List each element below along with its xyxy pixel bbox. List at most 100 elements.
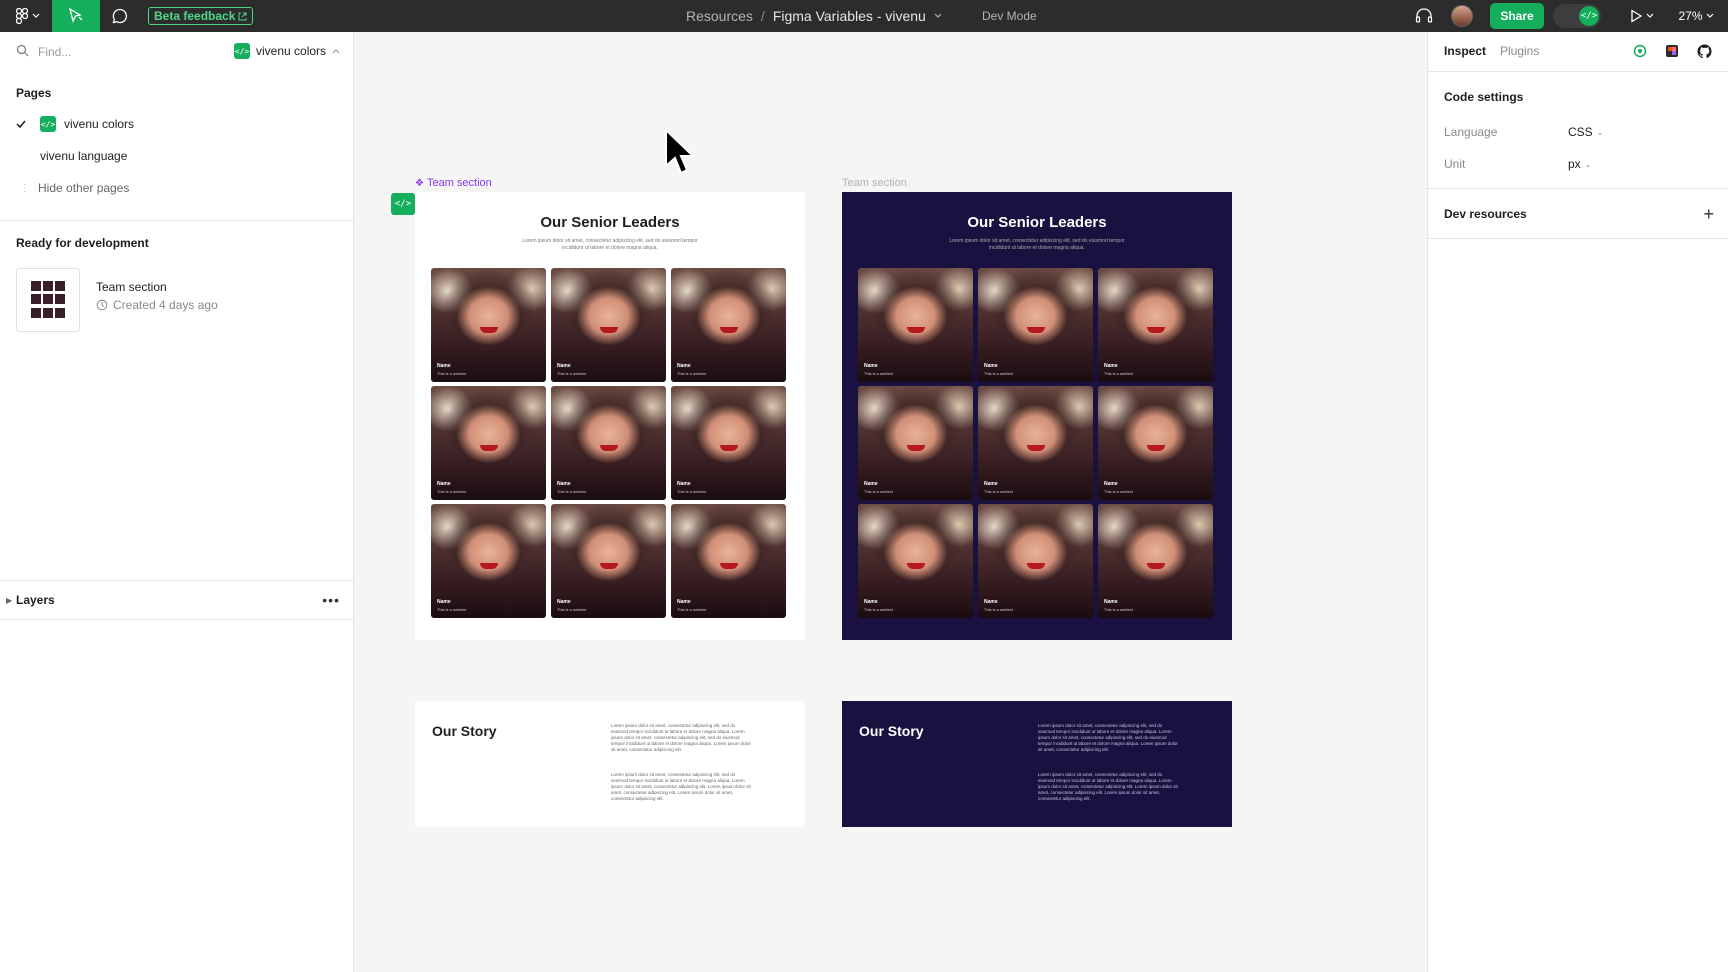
- page-item-vivenu-language[interactable]: vivenu language: [0, 142, 354, 170]
- team-member-card: Name This is a subtext: [1098, 504, 1213, 618]
- language-select[interactable]: CSS ⌄: [1568, 125, 1603, 139]
- audio-button[interactable]: [1412, 0, 1436, 32]
- beta-feedback-link[interactable]: Beta feedback: [148, 0, 254, 32]
- card-subtitle: This is a subtext: [437, 489, 466, 494]
- portrait-photo: [599, 563, 618, 570]
- card-name: Name: [437, 363, 451, 369]
- comment-tool-button[interactable]: [104, 0, 136, 32]
- tab-inspect[interactable]: Inspect: [1444, 44, 1486, 58]
- story-section-frame-dark[interactable]: Our Story Lorem ipsum dolor sit amet, co…: [842, 701, 1232, 827]
- team-section-frame-light[interactable]: Our Senior Leaders Lorem ipsum dolor sit…: [415, 192, 805, 640]
- team-member-card: Name This is a subtext: [1098, 386, 1213, 500]
- frame-label-dark[interactable]: Team section: [842, 177, 907, 189]
- story-paragraph-1: Lorem ipsum dolor sit amet, consectetur …: [611, 723, 751, 752]
- card-subtitle: This is a subtext: [864, 371, 893, 376]
- canvas[interactable]: ❖ Team section Team section </> Our Seni…: [355, 32, 1427, 972]
- card-subtitle: This is a subtext: [557, 489, 586, 494]
- beta-feedback-badge: Beta feedback: [148, 7, 254, 25]
- page-label: vivenu language: [40, 149, 128, 163]
- file-name[interactable]: Figma Variables - vivenu: [773, 8, 926, 24]
- breadcrumb-separator: /: [760, 8, 765, 24]
- code-icon[interactable]: </>: [391, 193, 415, 215]
- team-member-card: Name This is a subtext: [978, 386, 1093, 500]
- zoom-menu[interactable]: 27%: [1670, 0, 1722, 32]
- ready-item-team-section[interactable]: Team section Created 4 days ago: [16, 268, 336, 332]
- search-input[interactable]: [38, 42, 218, 62]
- plus-icon[interactable]: +: [1703, 204, 1714, 225]
- team-member-card: Name This is a subtext: [551, 386, 666, 500]
- team-member-card: Name This is a subtext: [978, 504, 1093, 618]
- page-item-vivenu-colors[interactable]: </> vivenu colors: [0, 110, 354, 138]
- card-subtitle: This is a subtext: [557, 371, 586, 376]
- team-member-card: Name This is a subtext: [551, 504, 666, 618]
- main-menu-button[interactable]: [8, 0, 48, 32]
- github-icon[interactable]: [1696, 43, 1712, 59]
- card-name: Name: [557, 599, 571, 605]
- hide-other-pages-toggle[interactable]: ⋮ Hide other pages: [0, 174, 354, 202]
- portrait-photo: [1026, 327, 1045, 334]
- target-icon[interactable]: [1632, 43, 1648, 59]
- card-name: Name: [437, 481, 451, 487]
- history-icon: [96, 299, 108, 311]
- card-name: Name: [677, 599, 691, 605]
- share-button-label: Share: [1490, 3, 1544, 29]
- story-paragraph-2: Lorem ipsum dolor sit amet, consectetur …: [1038, 772, 1178, 801]
- portrait-photo: [719, 563, 738, 570]
- team-member-card: Name This is a subtext: [431, 386, 546, 500]
- share-button[interactable]: Share: [1490, 0, 1544, 32]
- user-avatar-button[interactable]: [1450, 0, 1474, 32]
- portrait-photo: [906, 563, 925, 570]
- card-name: Name: [1104, 363, 1118, 369]
- code-icon: </>: [234, 43, 250, 59]
- divider: [1428, 188, 1728, 189]
- card-subtitle: This is a subtext: [1104, 371, 1133, 376]
- story-section-frame-light[interactable]: Our Story Lorem ipsum dolor sit amet, co…: [415, 701, 805, 827]
- move-tool-button[interactable]: [52, 0, 100, 32]
- current-page-dropdown[interactable]: </> vivenu colors: [234, 43, 340, 59]
- present-button[interactable]: [1624, 0, 1660, 32]
- story-title: Our Story: [432, 723, 497, 739]
- find-row: </> vivenu colors: [0, 32, 354, 72]
- story-paragraph-2: Lorem ipsum dolor sit amet, consectetur …: [611, 772, 751, 801]
- card-subtitle: This is a subtext: [984, 607, 1013, 612]
- portrait-photo: [1146, 563, 1165, 570]
- frame-thumbnail: [16, 268, 80, 332]
- plugin-icon[interactable]: [1664, 43, 1680, 59]
- team-member-card: Name This is a subtext: [551, 268, 666, 382]
- card-name: Name: [677, 363, 691, 369]
- tab-plugins[interactable]: Plugins: [1500, 44, 1539, 58]
- layers-heading: Layers: [16, 593, 55, 607]
- unit-select[interactable]: px ⌄: [1568, 157, 1591, 171]
- ready-item-time-label: Created 4 days ago: [113, 298, 218, 312]
- dev-mode-toggle[interactable]: </>: [1552, 0, 1602, 32]
- team-member-card: Name This is a subtext: [671, 268, 786, 382]
- frame-label-selected[interactable]: ❖ Team section: [415, 177, 492, 189]
- beta-feedback-label: Beta feedback: [154, 9, 236, 23]
- card-name: Name: [557, 363, 571, 369]
- breadcrumb-project[interactable]: Resources: [686, 8, 753, 24]
- ellipsis-icon[interactable]: •••: [322, 592, 340, 608]
- drag-handle-icon: ⋮: [20, 182, 30, 194]
- divider: [1428, 238, 1728, 239]
- ready-item-time: Created 4 days ago: [96, 298, 218, 312]
- portrait-photo: [1026, 445, 1045, 452]
- team-subtitle: Lorem ipsum dolor sit amet, consectetur …: [949, 238, 1125, 251]
- team-member-card: Name This is a subtext: [671, 386, 786, 500]
- team-section-frame-dark[interactable]: Our Senior Leaders Lorem ipsum dolor sit…: [842, 192, 1232, 640]
- component-icon: ❖: [415, 177, 424, 189]
- portrait-photo: [1026, 563, 1045, 570]
- layers-header[interactable]: ▶ Layers •••: [0, 580, 354, 620]
- unit-label: Unit: [1444, 157, 1466, 171]
- cursor-icon: [665, 128, 696, 175]
- card-subtitle: This is a subtext: [677, 489, 706, 494]
- chevron-down-icon: ⌄: [1584, 159, 1592, 169]
- figma-menu-icon: [16, 8, 28, 24]
- frame-label-text: Team section: [426, 177, 492, 189]
- headset-icon: [1415, 8, 1433, 23]
- team-member-card: Name This is a subtext: [978, 268, 1093, 382]
- chevron-down-icon[interactable]: [934, 13, 942, 19]
- play-icon: [1631, 9, 1642, 23]
- card-subtitle: This is a subtext: [557, 607, 586, 612]
- card-subtitle: This is a subtext: [984, 489, 1013, 494]
- page-label: vivenu colors: [64, 117, 135, 131]
